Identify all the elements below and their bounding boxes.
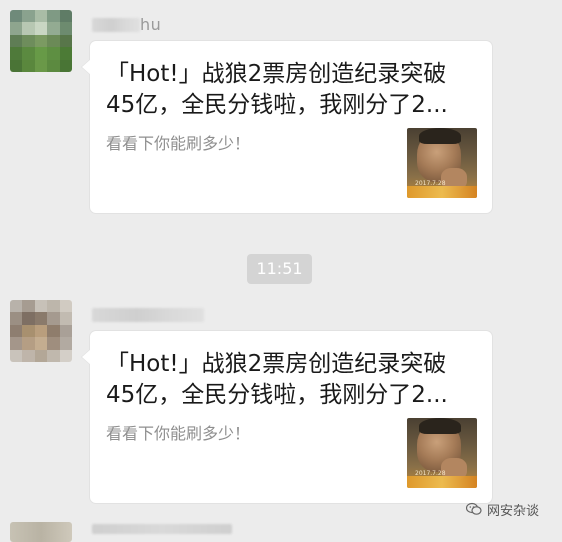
sender-name-blurred [92,524,232,534]
sender-name-blurred [92,18,140,32]
thumbnail-date: 2017.7.28 [415,470,446,477]
sender-avatar[interactable] [10,300,72,362]
card-title: 「Hot!」战狼2票房创造纪录突破 45亿，全民分钱啦，我刚分了2... [106,61,448,118]
link-card-message[interactable]: 「Hot!」战狼2票房创造纪录突破 45亿，全民分钱啦，我刚分了2... 看看下… [81,331,492,503]
card-description: 看看下你能刷多少！ [106,424,251,443]
link-card-message[interactable]: 「Hot!」战狼2票房创造纪录突破 45亿，全民分钱啦，我刚分了2... 看看下… [81,41,492,213]
watermark: 网安杂谈 [466,497,539,521]
sender-name: hu [140,15,162,34]
sender-avatar[interactable] [10,10,72,72]
watermark-text: 网安杂谈 [487,503,540,519]
card-thumbnail: 2017.7.28 [407,128,477,198]
card-title: 「Hot!」战狼2票房创造纪录突破 45亿，全民分钱啦，我刚分了2... [106,351,448,408]
sender-name-blurred [92,308,204,322]
time-separator: 11:51 [247,254,312,284]
sender-avatar-partial[interactable] [10,522,72,542]
thumbnail-date: 2017.7.28 [415,180,446,187]
wechat-icon [466,502,482,515]
card-description: 看看下你能刷多少！ [106,134,251,153]
card-thumbnail: 2017.7.28 [407,418,477,488]
